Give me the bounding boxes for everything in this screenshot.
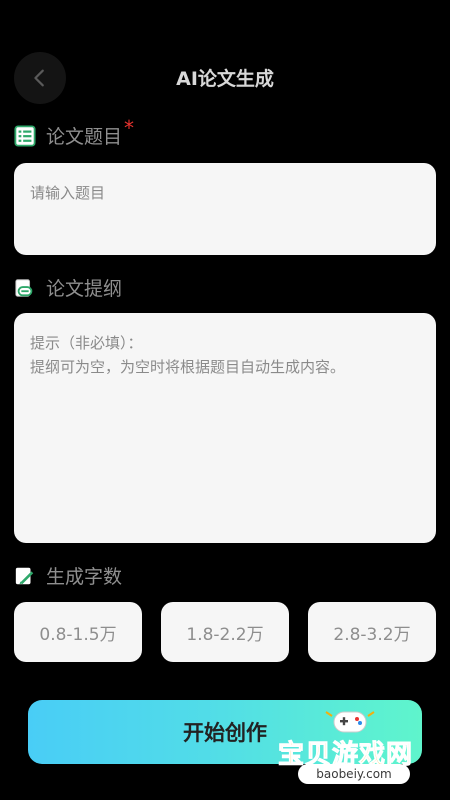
word-count-option[interactable]: 0.8-1.5万 xyxy=(14,602,142,662)
topic-label: 论文题目 xyxy=(46,126,123,148)
list-icon xyxy=(14,124,36,147)
outline-label-row: 论文提纲 xyxy=(14,274,122,301)
word-count-label: 生成字数 xyxy=(46,566,123,588)
outline-icon xyxy=(14,277,36,299)
edit-icon xyxy=(14,565,36,587)
gamepad-icon xyxy=(325,711,375,733)
watermark: 宝贝游戏网 baobeiy.com xyxy=(270,704,440,794)
outline-hint-line2: 提纲可为空，为空时将根据题目自动生成内容。 xyxy=(30,358,346,376)
watermark-url: baobeiy.com xyxy=(298,764,410,784)
word-count-label-row: 生成字数 xyxy=(14,562,122,589)
outline-label: 论文提纲 xyxy=(46,278,123,300)
header-bar: AI论文生成 xyxy=(0,50,450,106)
topic-input[interactable]: 请输入题目 xyxy=(14,163,436,255)
outline-input[interactable]: 提示（非必填）： 提纲可为空，为空时将根据题目自动生成内容。 xyxy=(14,313,436,543)
word-count-option[interactable]: 2.8-3.2万 xyxy=(308,602,436,662)
topic-placeholder: 请输入题目 xyxy=(30,184,106,202)
topic-label-row: 论文题目 * xyxy=(14,116,134,149)
word-count-options: 0.8-1.5万 1.8-2.2万 2.8-3.2万 xyxy=(14,602,436,662)
required-mark: * xyxy=(124,115,135,140)
word-count-option[interactable]: 1.8-2.2万 xyxy=(161,602,289,662)
outline-hint-line1: 提示（非必填）： xyxy=(30,334,143,352)
page-title: AI论文生成 xyxy=(176,68,274,90)
